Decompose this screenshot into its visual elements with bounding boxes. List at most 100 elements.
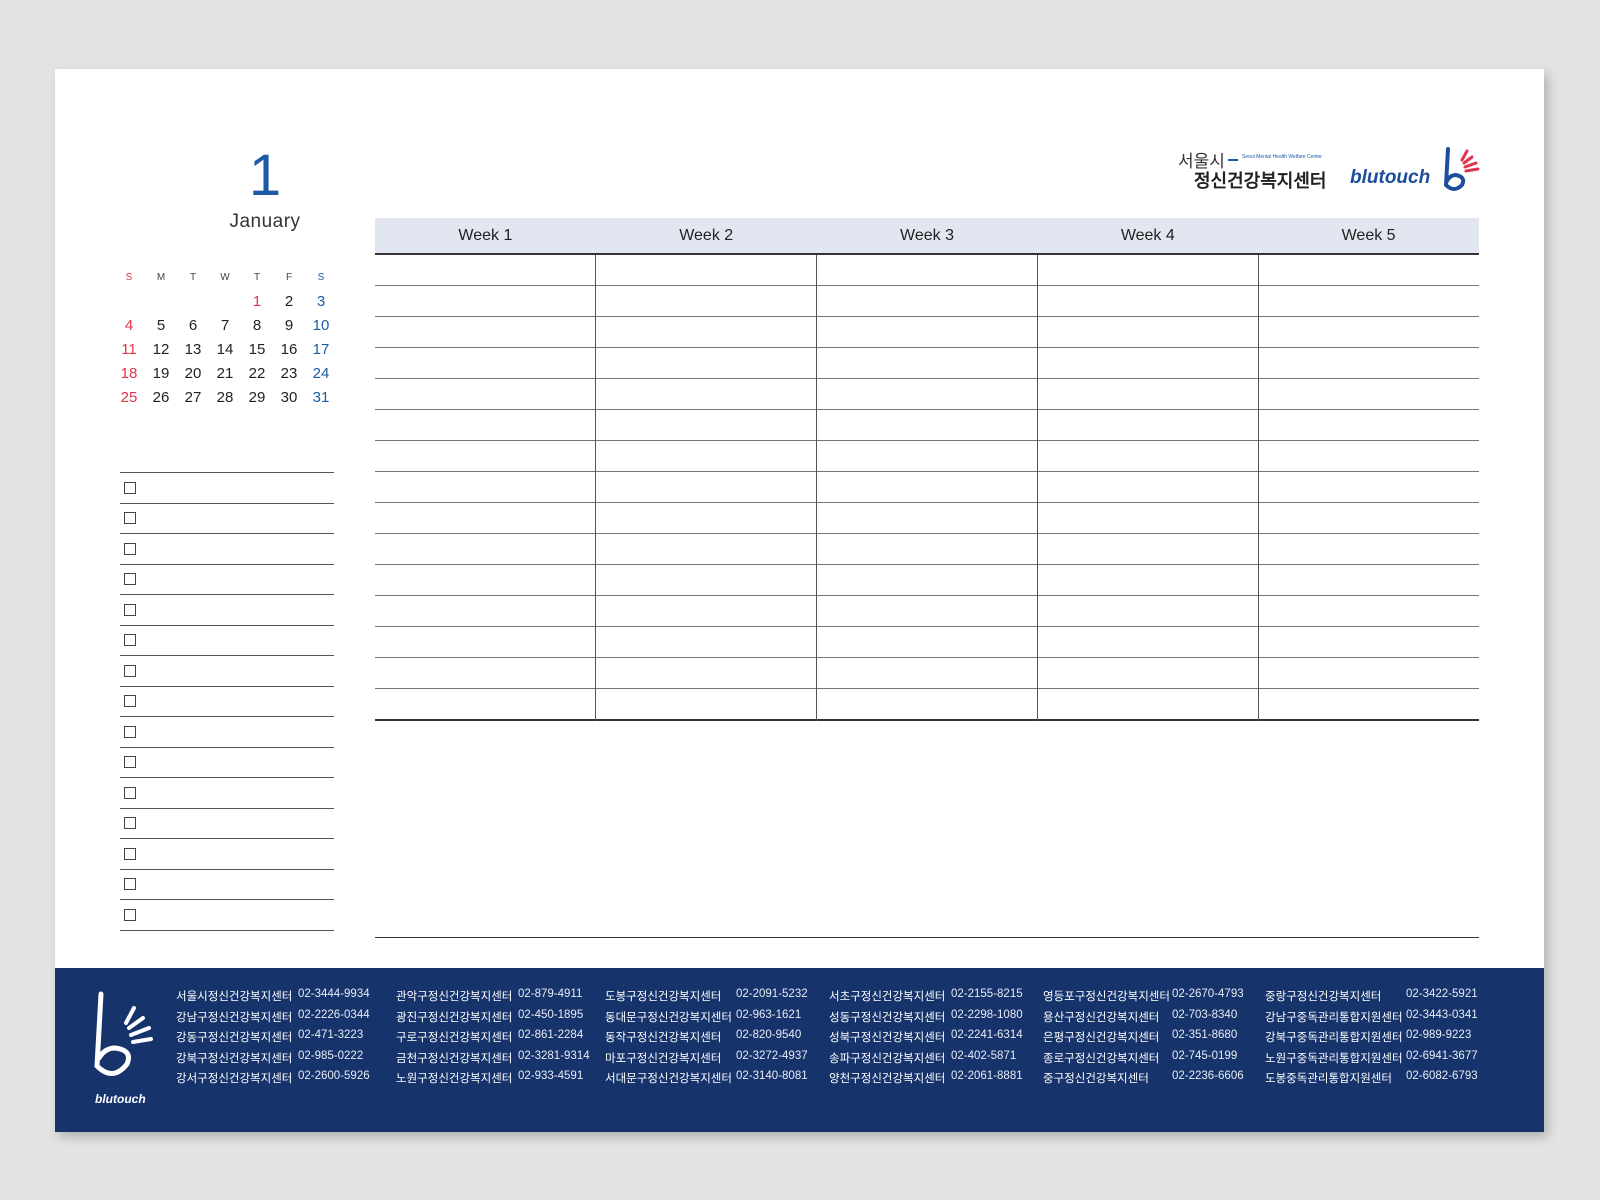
week-cell[interactable] (375, 658, 595, 689)
week-cell[interactable] (1259, 534, 1479, 565)
checklist-row[interactable] (120, 809, 334, 839)
week-cell[interactable] (1038, 596, 1258, 627)
week-cell[interactable] (817, 317, 1037, 348)
week-cell[interactable] (375, 379, 595, 410)
checklist-row[interactable] (120, 534, 334, 565)
checkbox-icon[interactable] (124, 756, 136, 769)
week-cell[interactable] (1259, 348, 1479, 379)
week-cell[interactable] (1038, 348, 1258, 379)
week-cell[interactable] (1038, 379, 1258, 410)
checkbox-icon[interactable] (124, 481, 136, 494)
week-cell[interactable] (596, 596, 816, 627)
week-cell[interactable] (1038, 317, 1258, 348)
checklist-row[interactable] (120, 565, 334, 595)
checklist-row[interactable] (120, 717, 334, 748)
week-cell[interactable] (375, 565, 595, 596)
week-cell[interactable] (1038, 534, 1258, 565)
checklist-row[interactable] (120, 473, 334, 504)
week-cell[interactable] (1259, 255, 1479, 286)
week-cell[interactable] (817, 441, 1037, 472)
week-cell[interactable] (1259, 286, 1479, 317)
week-cell[interactable] (596, 441, 816, 472)
checkbox-icon[interactable] (124, 695, 136, 708)
week-cell[interactable] (817, 472, 1037, 503)
week-cell[interactable] (596, 503, 816, 534)
week-cell[interactable] (1038, 627, 1258, 658)
week-cell[interactable] (596, 472, 816, 503)
week-cell[interactable] (817, 534, 1037, 565)
week-cell[interactable] (817, 410, 1037, 441)
week-cell[interactable] (596, 534, 816, 565)
checkbox-icon[interactable] (124, 664, 136, 677)
week-cell[interactable] (375, 689, 595, 721)
week-cell[interactable] (1038, 286, 1258, 317)
week-cell[interactable] (1259, 410, 1479, 441)
checkbox-icon[interactable] (124, 847, 136, 860)
week-cell[interactable] (596, 379, 816, 410)
week-cell[interactable] (596, 627, 816, 658)
week-cell[interactable] (375, 317, 595, 348)
week-cell[interactable] (1259, 317, 1479, 348)
checkbox-icon[interactable] (124, 573, 136, 586)
checkbox-icon[interactable] (124, 908, 136, 921)
checklist-row[interactable] (120, 778, 334, 809)
week-cell[interactable] (1259, 565, 1479, 596)
week-cell[interactable] (817, 565, 1037, 596)
checklist-row[interactable] (120, 687, 334, 717)
checklist-row[interactable] (120, 656, 334, 687)
week-cell[interactable] (596, 317, 816, 348)
checkbox-icon[interactable] (124, 603, 136, 616)
week-cell[interactable] (1259, 658, 1479, 689)
week-cell[interactable] (1259, 627, 1479, 658)
week-cell[interactable] (1038, 410, 1258, 441)
week-cell[interactable] (1259, 472, 1479, 503)
week-cell[interactable] (596, 255, 816, 286)
week-cell[interactable] (375, 627, 595, 658)
week-column[interactable] (1037, 255, 1258, 721)
week-cell[interactable] (1038, 472, 1258, 503)
checkbox-icon[interactable] (124, 817, 136, 830)
week-cell[interactable] (375, 503, 595, 534)
checklist-row[interactable] (120, 748, 334, 778)
week-cell[interactable] (375, 472, 595, 503)
week-cell[interactable] (817, 379, 1037, 410)
week-cell[interactable] (596, 286, 816, 317)
week-cell[interactable] (817, 596, 1037, 627)
week-cell[interactable] (817, 255, 1037, 286)
week-cell[interactable] (375, 534, 595, 565)
week-cell[interactable] (1259, 379, 1479, 410)
checkbox-icon[interactable] (124, 542, 136, 555)
checkbox-icon[interactable] (124, 878, 136, 891)
week-cell[interactable] (375, 255, 595, 286)
week-cell[interactable] (596, 658, 816, 689)
week-cell[interactable] (375, 596, 595, 627)
week-cell[interactable] (596, 348, 816, 379)
week-cell[interactable] (596, 689, 816, 721)
checkbox-icon[interactable] (124, 786, 136, 799)
week-cell[interactable] (1038, 255, 1258, 286)
week-cell[interactable] (1259, 441, 1479, 472)
week-cell[interactable] (375, 441, 595, 472)
checklist-row[interactable] (120, 595, 334, 626)
week-cell[interactable] (596, 410, 816, 441)
checklist-row[interactable] (120, 839, 334, 870)
checkbox-icon[interactable] (124, 725, 136, 738)
week-cell[interactable] (1038, 565, 1258, 596)
week-cell[interactable] (817, 658, 1037, 689)
week-cell[interactable] (375, 286, 595, 317)
checkbox-icon[interactable] (124, 634, 136, 647)
week-column[interactable] (816, 255, 1037, 721)
week-cell[interactable] (375, 348, 595, 379)
week-cell[interactable] (1259, 689, 1479, 721)
week-column[interactable] (595, 255, 816, 721)
checklist-row[interactable] (120, 900, 334, 931)
week-cell[interactable] (817, 627, 1037, 658)
checklist-row[interactable] (120, 870, 334, 900)
week-cell[interactable] (596, 565, 816, 596)
week-column[interactable] (1258, 255, 1479, 721)
checklist-row[interactable] (120, 504, 334, 534)
checklist-row[interactable] (120, 626, 334, 656)
week-cell[interactable] (375, 410, 595, 441)
week-column[interactable] (375, 255, 595, 721)
week-cell[interactable] (1259, 503, 1479, 534)
